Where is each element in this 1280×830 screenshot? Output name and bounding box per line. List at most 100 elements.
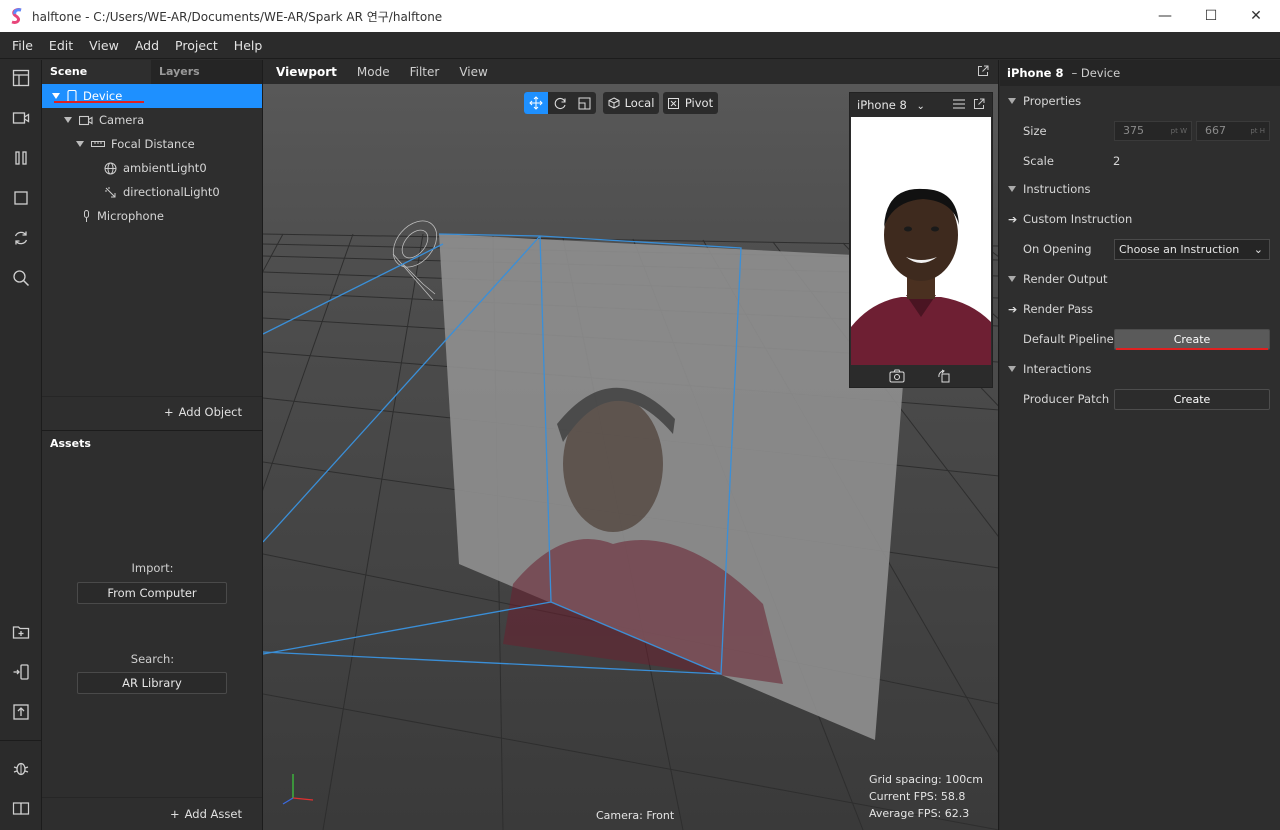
viewport-panel[interactable]: Viewport Mode Filter View Local Pivot iP… [263, 60, 999, 830]
add-folder-icon[interactable] [11, 622, 31, 642]
tab-viewport[interactable]: Viewport [276, 65, 337, 79]
bug-icon[interactable] [11, 758, 31, 778]
local-toggle[interactable]: Local [603, 92, 659, 114]
import-label: Import: [131, 561, 174, 575]
tree-item-label: directionalLight0 [123, 185, 220, 199]
size-height-unit: pt H [1250, 127, 1265, 135]
size-width-field[interactable]: 375 pt W [1114, 121, 1192, 141]
pop-out-icon[interactable] [973, 98, 985, 110]
tree-item-ambient-light[interactable]: ambientLight0 [42, 156, 207, 180]
local-button-content: Local [603, 92, 659, 114]
search-icon[interactable] [11, 268, 31, 288]
menu-add[interactable]: Add [127, 38, 167, 53]
menu-icon[interactable] [953, 99, 965, 109]
size-label: Size [1023, 124, 1047, 138]
instructions-section[interactable]: Instructions [1000, 174, 1280, 204]
add-object-button[interactable]: + Add Object [164, 405, 242, 419]
size-height-value: 667 [1205, 124, 1226, 137]
scale-value: 2 [1113, 154, 1121, 168]
viewport-stats: Grid spacing: 100cm Current FPS: 58.8 Av… [869, 771, 983, 822]
render-pass-row[interactable]: ➔ Render Pass [1000, 294, 1280, 324]
move-tool-icon[interactable] [524, 92, 548, 114]
preview-screen [851, 117, 991, 365]
menu-help[interactable]: Help [226, 38, 271, 53]
producer-patch-label: Producer Patch [1023, 392, 1110, 406]
menu-project[interactable]: Project [167, 38, 226, 53]
add-object-label: Add Object [178, 405, 242, 419]
scale-row: Scale 2 [1000, 146, 1280, 176]
tree-item-focal-distance[interactable]: Focal Distance [42, 132, 195, 156]
close-button[interactable]: ✕ [1233, 0, 1279, 32]
tab-mode[interactable]: Mode [357, 65, 390, 79]
pause-icon[interactable] [11, 148, 31, 168]
menu-file[interactable]: File [4, 38, 41, 53]
device-select[interactable]: iPhone 8 ⌄ [857, 98, 925, 112]
collapse-triangle-icon[interactable] [1008, 98, 1016, 104]
tab-filter[interactable]: Filter [410, 65, 440, 79]
section-title: Instructions [1023, 182, 1091, 196]
menu-edit[interactable]: Edit [41, 38, 81, 53]
tree-item-directional-light[interactable]: directionalLight0 [42, 180, 220, 204]
collapse-triangle-icon[interactable] [1008, 366, 1016, 372]
upload-icon[interactable] [11, 702, 31, 722]
rotate-device-icon[interactable] [937, 369, 951, 383]
send-to-device-icon[interactable] [11, 662, 31, 682]
expand-triangle-icon[interactable] [52, 93, 60, 99]
preview-person-image [851, 117, 991, 365]
size-width-unit: pt W [1170, 127, 1187, 135]
default-pipeline-create-button[interactable]: Create [1114, 328, 1270, 350]
add-asset-button[interactable]: + Add Asset [170, 807, 242, 821]
rotate-tool-icon[interactable] [548, 92, 572, 114]
size-height-field[interactable]: 667 pt H [1196, 121, 1270, 141]
video-camera-icon[interactable] [11, 108, 31, 128]
viewport-tabs: Viewport Mode Filter View [263, 60, 998, 84]
tree-item-camera[interactable]: Camera [42, 108, 144, 132]
ar-library-button[interactable]: AR Library [77, 672, 227, 694]
chevron-down-icon: ⌄ [916, 101, 925, 112]
on-opening-select[interactable]: Choose an Instruction ⌄ [1114, 238, 1270, 260]
device-name: iPhone 8 [857, 98, 907, 112]
stop-icon[interactable] [11, 188, 31, 208]
custom-instruction-row[interactable]: ➔ Custom Instruction [1000, 204, 1280, 234]
interactions-section[interactable]: Interactions [1000, 354, 1280, 384]
producer-patch-create-button[interactable]: Create [1114, 388, 1270, 410]
maximize-button[interactable]: ☐ [1188, 0, 1234, 32]
render-output-section[interactable]: Render Output [1000, 264, 1280, 294]
producer-patch-row: Producer Patch Create [1000, 384, 1280, 414]
sync-icon[interactable] [11, 228, 31, 248]
from-computer-button[interactable]: From Computer [77, 582, 227, 604]
collapse-triangle-icon[interactable] [1008, 276, 1016, 282]
assets-panel: Assets Import: From Computer Search: AR … [42, 430, 263, 830]
divider [42, 797, 262, 798]
expand-triangle-icon[interactable] [64, 117, 72, 123]
book-icon[interactable] [11, 798, 31, 818]
on-opening-row: On Opening Choose an Instruction ⌄ [1000, 234, 1280, 264]
properties-section[interactable]: Properties [1000, 86, 1280, 116]
pop-out-icon[interactable] [977, 65, 989, 77]
minimize-button[interactable]: — [1142, 0, 1188, 32]
expand-triangle-icon[interactable] [76, 141, 84, 147]
cube-icon [608, 97, 620, 109]
tree-item-label: Focal Distance [111, 137, 195, 151]
tab-scene[interactable]: Scene [42, 60, 151, 84]
camera-icon [79, 115, 93, 126]
collapse-triangle-icon[interactable] [1008, 186, 1016, 192]
spark-ar-logo-icon [11, 8, 22, 24]
inspector-header: iPhone 8 – Device [1000, 60, 1280, 86]
tab-layers[interactable]: Layers [151, 60, 260, 84]
pivot-toggle[interactable]: Pivot [663, 92, 718, 114]
tree-item-microphone[interactable]: Microphone [42, 204, 164, 228]
menu-view[interactable]: View [81, 38, 127, 53]
tree-item-device[interactable]: Device [42, 84, 262, 108]
chevron-down-icon: ⌄ [1253, 242, 1263, 256]
microphone-icon [82, 209, 91, 223]
layout-icon[interactable] [11, 68, 31, 88]
camera-switch-icon[interactable] [889, 369, 905, 383]
arrow-right-icon: ➔ [1008, 302, 1018, 316]
grid-spacing: Grid spacing: 100cm [868, 773, 983, 786]
scale-tool-icon[interactable] [572, 92, 596, 114]
assets-title: Assets [50, 437, 91, 450]
search-label: Search: [130, 652, 175, 666]
tab-view[interactable]: View [459, 65, 487, 79]
menu-bar: File Edit View Add Project Help [0, 32, 1280, 59]
